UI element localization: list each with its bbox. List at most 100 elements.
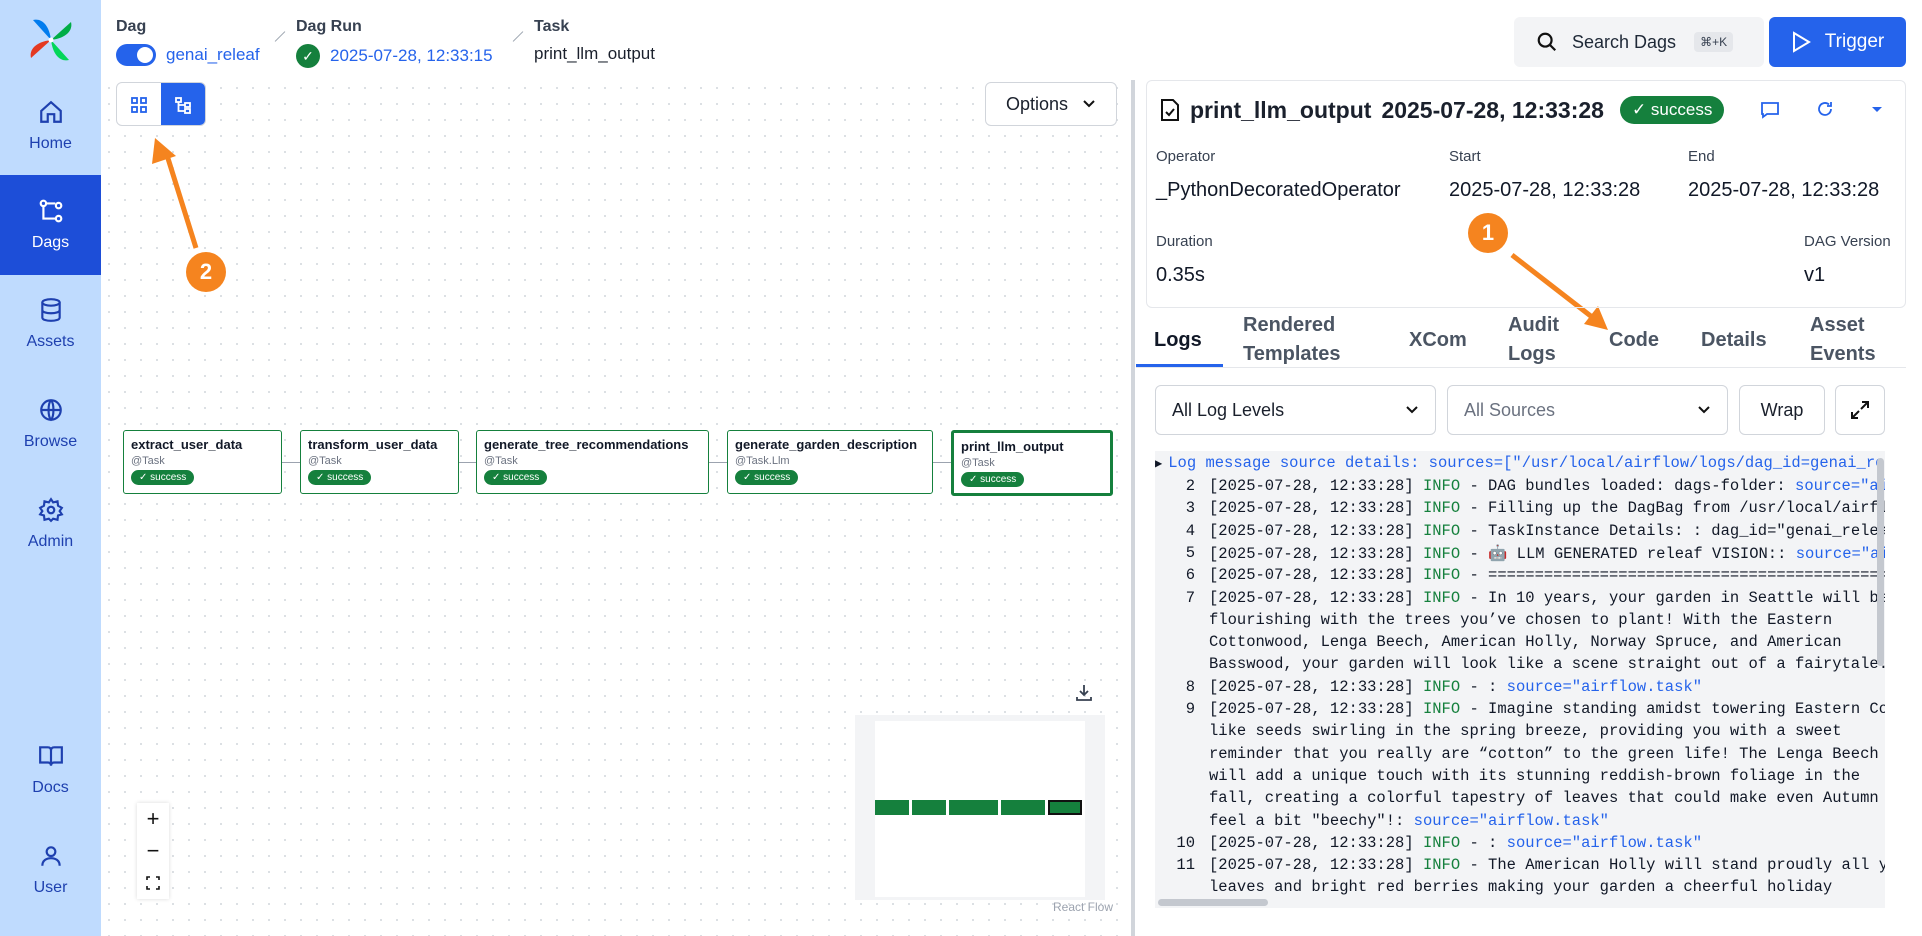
- log-line: like seeds swirling in the spring breeze…: [1155, 722, 1875, 740]
- dag-version-label: DAG Version: [1804, 233, 1891, 250]
- log-line-text: [2025-07-28, 12:33:28] INFO - In 10 year…: [1209, 588, 1885, 607]
- tab-rendered-templates[interactable]: Rendered Templates: [1243, 311, 1340, 369]
- log-line-number: 8: [1185, 677, 1195, 696]
- start-label: Start: [1449, 148, 1481, 165]
- duration-label: Duration: [1156, 233, 1213, 250]
- chevron-down-icon: [1406, 406, 1418, 414]
- log-line-number: [1155, 611, 1195, 629]
- expand-icon: [1851, 401, 1869, 419]
- expand-button[interactable]: [1835, 385, 1885, 435]
- start-field: Start 2025-07-28, 12:33:28: [1449, 148, 1640, 202]
- log-line-text: like seeds swirling in the spring breeze…: [1209, 722, 1842, 741]
- log-line-number: [1155, 878, 1195, 896]
- log-line: 11 [2025-07-28, 12:33:28] INFO - The Amer…: [1155, 856, 1885, 875]
- log-line: leaves and bright red berries making you…: [1155, 878, 1875, 896]
- comment-icon[interactable]: [1760, 100, 1780, 120]
- log-line-number: 2: [1185, 477, 1195, 495]
- duration-field: Duration 0.35s: [1156, 233, 1213, 287]
- log-line-text: [2025-07-28, 12:33:28] INFO - Filling up…: [1209, 499, 1885, 518]
- log-line-number: [1155, 633, 1195, 651]
- log-line-text: Basswood, your garden will look like a s…: [1209, 655, 1885, 674]
- tab-logs[interactable]: Logs: [1154, 326, 1202, 355]
- log-line: reminder that you really are “cotton” to…: [1155, 745, 1879, 763]
- log-line: Cottonwood, Lenga Beech, American Holly,…: [1155, 633, 1875, 651]
- log-line: will add a unique touch with its stunnin…: [1155, 767, 1875, 785]
- log-line-text: [2025-07-28, 12:33:28] INFO - DAG bundle…: [1209, 477, 1885, 495]
- operator-field: Operator _PythonDecoratedOperator: [1156, 148, 1401, 202]
- log-source-value: All Sources: [1464, 399, 1556, 420]
- log-line: 6 [2025-07-28, 12:33:28] INFO - =========…: [1155, 566, 1885, 585]
- log-line: 2 [2025-07-28, 12:33:28] INFO - DAG bundl…: [1155, 477, 1885, 495]
- task-actions: [1760, 100, 1884, 120]
- operator-value: _PythonDecoratedOperator: [1156, 179, 1401, 201]
- log-vertical-scrollbar[interactable]: [1877, 458, 1884, 666]
- chevron-down-icon[interactable]: [1870, 100, 1884, 118]
- start-value: 2025-07-28, 12:33:28: [1449, 179, 1641, 201]
- log-line: 5 [2025-07-28, 12:33:28] INFO - 🤖 LLM GEN…: [1155, 543, 1885, 563]
- log-line: 9 [2025-07-28, 12:33:28] INFO - Imagine s…: [1155, 700, 1885, 718]
- task-title: print_llm_output: [1190, 96, 1372, 123]
- log-line-number: [1155, 767, 1195, 785]
- log-line: Basswood, your garden will look like a s…: [1155, 655, 1885, 673]
- log-line-text: reminder that you really are “cotton” to…: [1209, 744, 1879, 763]
- log-line: 7 [2025-07-28, 12:33:28] INFO - In 10 yea…: [1155, 588, 1885, 607]
- log-line-number: [1155, 655, 1195, 673]
- log-line: 4 [2025-07-28, 12:33:28] INFO - TaskInsta…: [1155, 522, 1885, 540]
- log-line-text: [2025-07-28, 12:33:28] INFO - : source="…: [1209, 677, 1703, 696]
- log-line-text: feel a bit "beechy"!: source="airflow.ta…: [1209, 811, 1609, 830]
- log-line-number: 9: [1185, 700, 1195, 718]
- log-line: flourishing with the trees you’ve chosen…: [1155, 611, 1875, 629]
- tab-xcom[interactable]: XCom: [1409, 326, 1467, 355]
- log-line-text: leaves and bright red berries making you…: [1209, 878, 1833, 897]
- dag-version-value: v1: [1804, 264, 1826, 286]
- log-line-number: 5: [1185, 543, 1195, 562]
- log-line-text: [2025-07-28, 12:33:28] INFO - TaskInstan…: [1209, 521, 1885, 540]
- active-tab-indicator: [1136, 364, 1223, 367]
- tab-asset-events[interactable]: Asset Events: [1810, 311, 1876, 369]
- duration-value: 0.35s: [1156, 264, 1205, 286]
- tab-audit-logs[interactable]: Audit Logs: [1508, 311, 1559, 369]
- tab-code[interactable]: Code: [1609, 326, 1659, 355]
- log-line-number: 10: [1176, 833, 1195, 852]
- log-line-text: [2025-07-28, 12:33:28] INFO - : source="…: [1209, 833, 1703, 852]
- task-instance-header: print_llm_output 2025-07-28, 12:33:28 ✓ …: [1160, 96, 1725, 124]
- log-level-select[interactable]: All Log Levels: [1155, 385, 1436, 435]
- operator-label: Operator: [1156, 148, 1216, 165]
- log-line-text: [2025-07-28, 12:33:28] INFO - ==========…: [1209, 566, 1885, 585]
- caret-right-icon: ▶: [1155, 457, 1163, 471]
- log-line-text: will add a unique touch with its stunnin…: [1209, 766, 1861, 785]
- log-line-text: flourishing with the trees you’ve chosen…: [1209, 610, 1833, 629]
- log-source-select[interactable]: All Sources: [1447, 385, 1728, 435]
- panel-divider[interactable]: [1131, 80, 1135, 936]
- log-line-number: [1155, 812, 1195, 830]
- log-line-number: [1155, 722, 1195, 740]
- log-source-details[interactable]: ▶ Log message source details: sources=["/…: [1155, 454, 1885, 472]
- log-line-number: 11: [1176, 856, 1195, 875]
- log-line: 8 [2025-07-28, 12:33:28] INFO - : source=…: [1155, 678, 1875, 696]
- log-line-number: 7: [1185, 588, 1195, 607]
- status-badge: ✓ success: [1619, 96, 1725, 124]
- log-horizontal-scrollbar[interactable]: [1158, 899, 1268, 906]
- log-viewer[interactable]: ▶ Log message source details: sources=["/…: [1155, 451, 1885, 908]
- log-line-text: Cottonwood, Lenga Beech, American Holly,…: [1209, 633, 1842, 652]
- end-value: 2025-07-28, 12:33:28: [1688, 179, 1880, 201]
- callout-2: 2: [186, 252, 226, 292]
- end-field: End 2025-07-28, 12:33:28: [1688, 148, 1879, 202]
- log-line-text: [2025-07-28, 12:33:28] INFO - The Americ…: [1209, 856, 1885, 875]
- log-line-text: fall, creating a colorful tapestry of le…: [1209, 789, 1879, 808]
- log-line-number: 3: [1185, 499, 1195, 518]
- log-line-text: [2025-07-28, 12:33:28] INFO - Imagine st…: [1209, 700, 1885, 718]
- log-line: 3 [2025-07-28, 12:33:28] INFO - Filling u…: [1155, 499, 1885, 518]
- chevron-down-icon: [1698, 406, 1710, 414]
- log-line: fall, creating a colorful tapestry of le…: [1155, 789, 1879, 807]
- log-line-number: [1155, 789, 1195, 807]
- task-timestamp: 2025-07-28, 12:33:28: [1381, 96, 1604, 123]
- refresh-icon[interactable]: [1816, 100, 1834, 118]
- log-line-number: [1155, 745, 1195, 763]
- dag-version-field: DAG Version v1: [1804, 233, 1891, 287]
- log-line: feel a bit "beechy"!: source="airflow.ta…: [1155, 812, 1875, 830]
- tab-details[interactable]: Details: [1701, 326, 1767, 355]
- file-code-icon: [1161, 99, 1179, 121]
- log-line-number: 6: [1185, 566, 1195, 585]
- wrap-button[interactable]: Wrap: [1739, 385, 1825, 435]
